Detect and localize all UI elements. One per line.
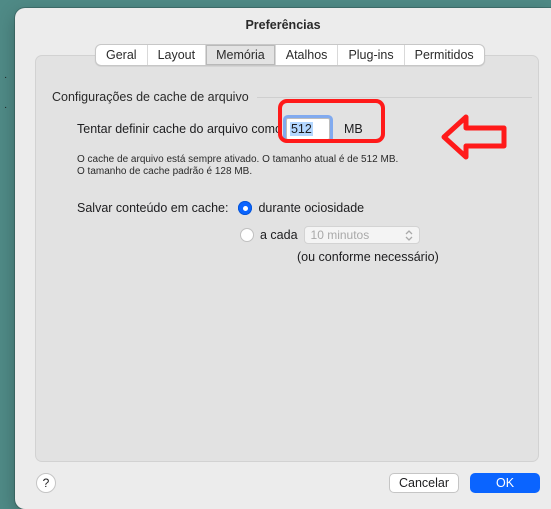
section-divider [256,96,532,98]
section-title: Configurações de cache de arquivo [52,90,249,104]
radio-each-label: a cada [260,228,298,242]
tab-permitidos[interactable]: Permitidos [405,45,484,65]
preferences-window: Preferências Geral Layout Memória Atalho… [15,8,551,509]
annotation-highlight-box [278,99,385,143]
window-title: Preferências [245,18,321,32]
cancel-button[interactable]: Cancelar [389,473,459,493]
desktop-mark: · [4,72,8,83]
radio-idle-label: durante ociosidade [258,201,365,215]
tab-bar: Geral Layout Memória Atalhos Plug-ins Pe… [95,44,485,66]
left-arrow-icon [441,114,507,160]
help-button[interactable]: ? [36,473,56,493]
interval-note: (ou conforme necessário) [297,250,439,264]
ok-button[interactable]: OK [470,473,540,493]
tab-plug-ins[interactable]: Plug-ins [338,45,405,65]
button-bar: ? Cancelar OK [15,470,551,500]
tab-geral[interactable]: Geral [96,45,148,65]
tab-atalhos[interactable]: Atalhos [276,45,339,65]
interval-select[interactable]: 10 minutos [303,226,420,244]
radio-selected-icon[interactable] [238,201,253,215]
cache-info-line: O cache de arquivo está sempre ativado. … [77,154,399,165]
interval-value: 10 minutos [310,228,370,242]
cache-info: O cache de arquivo está sempre ativado. … [77,154,398,178]
chevron-up-down-icon [405,229,412,241]
desktop-mark: · [4,102,8,113]
radio-unselected-icon[interactable] [240,228,254,242]
save-cache-row: Salvar conteúdo em cache: durante ociosi… [77,201,364,215]
save-cache-label: Salvar conteúdo em cache: [77,201,229,215]
tab-layout[interactable]: Layout [148,45,207,65]
tab-memoria[interactable]: Memória [206,45,276,65]
cache-info-line: O tamanho de cache padrão é 128 MB. [77,166,253,177]
cache-size-label: Tentar definir cache do arquivo como [77,122,282,136]
radio-option-idle[interactable]: durante ociosidade [238,201,364,215]
radio-option-each[interactable]: a cada 10 minutos [240,226,420,244]
